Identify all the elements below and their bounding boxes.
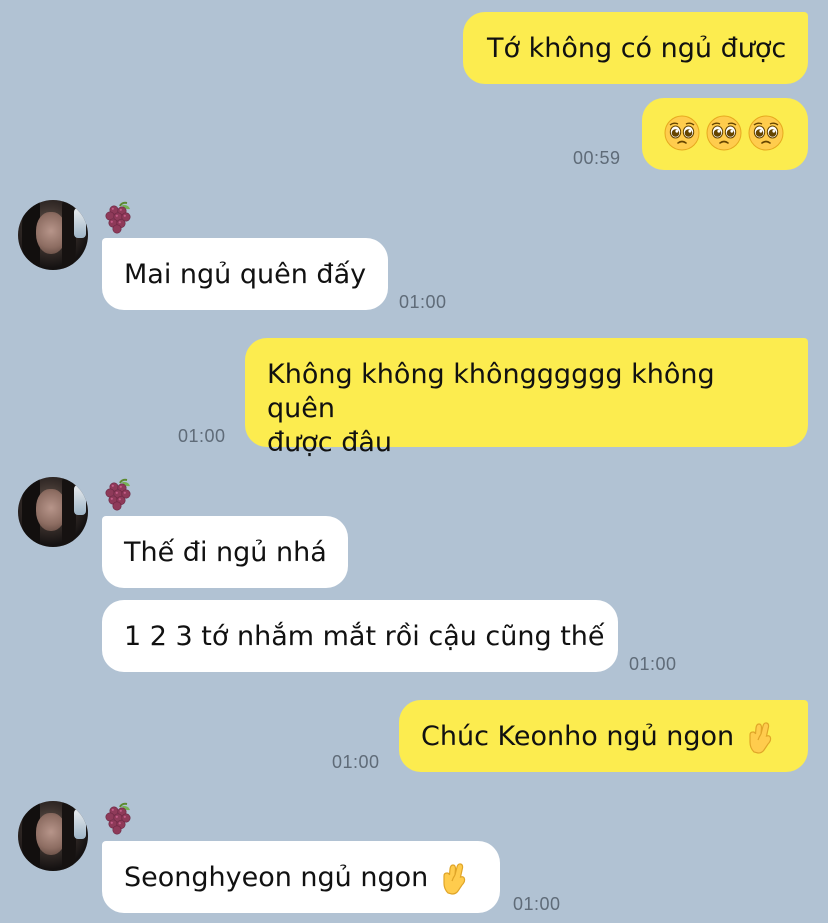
avatar[interactable]: [18, 200, 88, 270]
chat-area[interactable]: Tớ không có ngủ được 00:59 Mai ngủ quên …: [0, 0, 828, 923]
message-timestamp: 01:00: [332, 752, 380, 772]
message-text: Chúc Keonho ngủ ngon: [421, 720, 735, 752]
message-timestamp: 01:00: [629, 654, 677, 674]
pleading-face-icon: [664, 115, 700, 151]
message-bubble-outgoing[interactable]: Tớ không có ngủ được: [463, 12, 808, 84]
message-timestamp: 01:00: [399, 292, 447, 312]
message-text: Seonghyeon ngủ ngon: [124, 861, 429, 893]
message-bubble-outgoing[interactable]: [642, 98, 808, 170]
message-text-line-2: được đâu: [267, 427, 392, 458]
grapes-icon: [102, 200, 136, 234]
grapes-icon: [102, 801, 136, 835]
message-text: Tớ không có ngủ được: [487, 32, 787, 64]
pleading-face-icon: [706, 115, 742, 151]
message-bubble-incoming[interactable]: Mai ngủ quên đấy: [102, 238, 388, 310]
message-timestamp: 00:59: [573, 148, 621, 168]
message-text: Thế đi ngủ nhá: [124, 536, 327, 568]
crossed-fingers-icon: [440, 861, 468, 895]
message-timestamp: 01:00: [513, 894, 561, 914]
message-bubble-incoming[interactable]: 1 2 3 tớ nhắm mắt rồi cậu cũng thế: [102, 600, 618, 672]
message-text-line-1: Không không khôngggggg không quên: [267, 359, 715, 424]
message-bubble-incoming[interactable]: Seonghyeon ngủ ngon: [102, 841, 500, 913]
message-bubble-incoming[interactable]: Thế đi ngủ nhá: [102, 516, 348, 588]
message-timestamp: 01:00: [178, 426, 226, 446]
message-bubble-outgoing[interactable]: Chúc Keonho ngủ ngon: [399, 700, 808, 772]
message-text: 1 2 3 tớ nhắm mắt rồi cậu cũng thế: [124, 620, 605, 652]
crossed-fingers-icon: [746, 720, 774, 754]
grapes-icon: [102, 477, 136, 511]
pleading-face-icon: [748, 115, 784, 151]
avatar[interactable]: [18, 801, 88, 871]
message-text: Mai ngủ quên đấy: [124, 258, 367, 290]
message-bubble-outgoing[interactable]: Không không khôngggggg không quên được đ…: [245, 338, 808, 458]
avatar[interactable]: [18, 477, 88, 547]
